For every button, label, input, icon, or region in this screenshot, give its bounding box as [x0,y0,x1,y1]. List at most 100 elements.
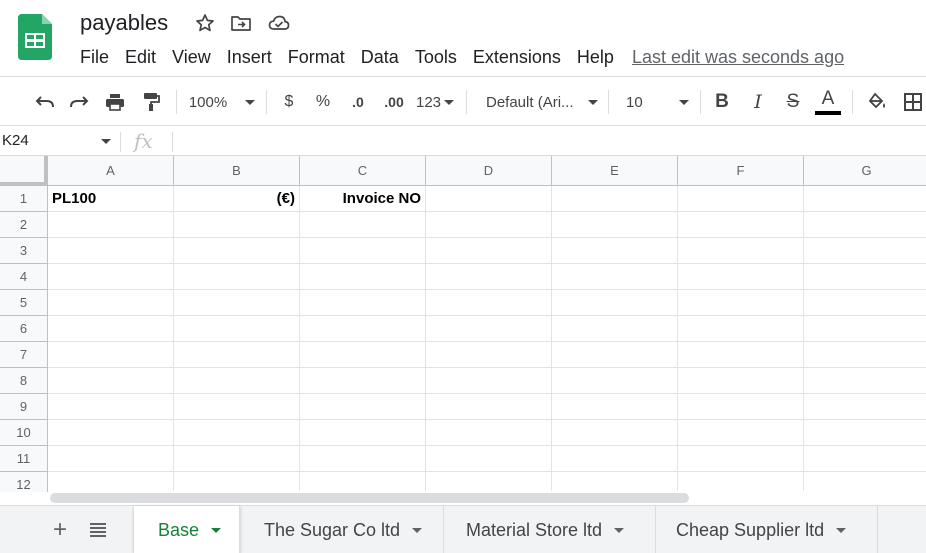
menu-insert[interactable]: Insert [219,44,280,70]
row-header-4[interactable]: 4 [0,264,48,290]
more-formats-button[interactable]: 123 [414,77,456,127]
column-header-a[interactable]: A [48,156,174,186]
cell-f7[interactable] [678,342,804,368]
cell-c12[interactable] [300,472,426,492]
cell-c11[interactable] [300,446,426,472]
cell-c5[interactable] [300,290,426,316]
cell-g6[interactable] [804,316,926,342]
cell-a8[interactable] [48,368,174,394]
row-header-12[interactable]: 12 [0,472,48,492]
chevron-down-icon[interactable] [211,527,222,533]
cell-a11[interactable] [48,446,174,472]
chevron-down-icon[interactable] [412,527,423,533]
cell-b6[interactable] [174,316,300,342]
increase-decimal-button[interactable]: .00 [380,77,408,127]
cell-e5[interactable] [552,290,678,316]
cell-c1[interactable]: Invoice NO [300,186,426,212]
cell-a10[interactable] [48,420,174,446]
chevron-down-icon[interactable] [836,527,847,533]
cell-b10[interactable] [174,420,300,446]
cell-d3[interactable] [426,238,552,264]
print-icon[interactable] [102,77,128,127]
currency-format-button[interactable]: $ [278,77,300,127]
row-header-10[interactable]: 10 [0,420,48,446]
cell-e1[interactable] [552,186,678,212]
cell-f1[interactable] [678,186,804,212]
cell-d1[interactable] [426,186,552,212]
paint-format-icon[interactable] [138,77,164,127]
cell-b4[interactable] [174,264,300,290]
cell-g10[interactable] [804,420,926,446]
menu-view[interactable]: View [164,44,219,70]
row-header-2[interactable]: 2 [0,212,48,238]
menu-edit[interactable]: Edit [117,44,164,70]
text-color-button[interactable]: A [814,77,842,127]
fill-color-icon[interactable] [864,77,890,127]
row-header-6[interactable]: 6 [0,316,48,342]
add-sheet-button[interactable]: + [46,516,74,544]
cell-f6[interactable] [678,316,804,342]
cell-e7[interactable] [552,342,678,368]
cell-g7[interactable] [804,342,926,368]
row-header-8[interactable]: 8 [0,368,48,394]
cell-a6[interactable] [48,316,174,342]
zoom-select[interactable]: 100% [186,77,258,127]
cell-a5[interactable] [48,290,174,316]
cell-d9[interactable] [426,394,552,420]
cell-d2[interactable] [426,212,552,238]
borders-icon[interactable] [900,77,926,127]
cloud-saved-icon[interactable] [268,12,290,34]
cell-a2[interactable] [48,212,174,238]
cell-d8[interactable] [426,368,552,394]
cell-b1[interactable]: (€) [174,186,300,212]
cell-d7[interactable] [426,342,552,368]
cell-g8[interactable] [804,368,926,394]
cell-g11[interactable] [804,446,926,472]
cell-d4[interactable] [426,264,552,290]
cell-f12[interactable] [678,472,804,492]
sheet-tab-base[interactable]: Base [134,506,240,553]
horizontal-scrollbar[interactable] [48,491,926,505]
last-edit-link[interactable]: Last edit was seconds ago [632,47,844,68]
menu-help[interactable]: Help [569,44,622,70]
decrease-decimal-button[interactable]: .0 [344,77,372,127]
cell-f11[interactable] [678,446,804,472]
select-all-corner[interactable] [0,156,48,186]
formula-input[interactable] [180,127,920,155]
cell-a3[interactable] [48,238,174,264]
cell-d5[interactable] [426,290,552,316]
column-header-g[interactable]: G [804,156,926,186]
cell-b12[interactable] [174,472,300,492]
cell-g5[interactable] [804,290,926,316]
cell-e12[interactable] [552,472,678,492]
row-header-9[interactable]: 9 [0,394,48,420]
percent-format-button[interactable]: % [312,77,334,127]
cell-g1[interactable] [804,186,926,212]
cell-e6[interactable] [552,316,678,342]
sheet-tab-the-sugar-co-ltd[interactable]: The Sugar Co ltd [240,506,444,553]
cell-a7[interactable] [48,342,174,368]
cell-f9[interactable] [678,394,804,420]
chevron-down-icon[interactable] [101,139,111,144]
row-header-5[interactable]: 5 [0,290,48,316]
cell-c9[interactable] [300,394,426,420]
cell-e4[interactable] [552,264,678,290]
cell-c6[interactable] [300,316,426,342]
cell-d12[interactable] [426,472,552,492]
document-title[interactable]: payables [80,10,168,36]
cell-a4[interactable] [48,264,174,290]
cell-e9[interactable] [552,394,678,420]
cell-f5[interactable] [678,290,804,316]
row-header-11[interactable]: 11 [0,446,48,472]
cell-g12[interactable] [804,472,926,492]
chevron-down-icon[interactable] [614,527,625,533]
cell-c3[interactable] [300,238,426,264]
redo-icon[interactable] [66,77,92,127]
cell-a1[interactable]: PL100 [48,186,174,212]
cell-d10[interactable] [426,420,552,446]
menu-tools[interactable]: Tools [407,44,465,70]
menu-file[interactable]: File [72,44,117,70]
menu-data[interactable]: Data [353,44,407,70]
row-header-3[interactable]: 3 [0,238,48,264]
cell-c2[interactable] [300,212,426,238]
